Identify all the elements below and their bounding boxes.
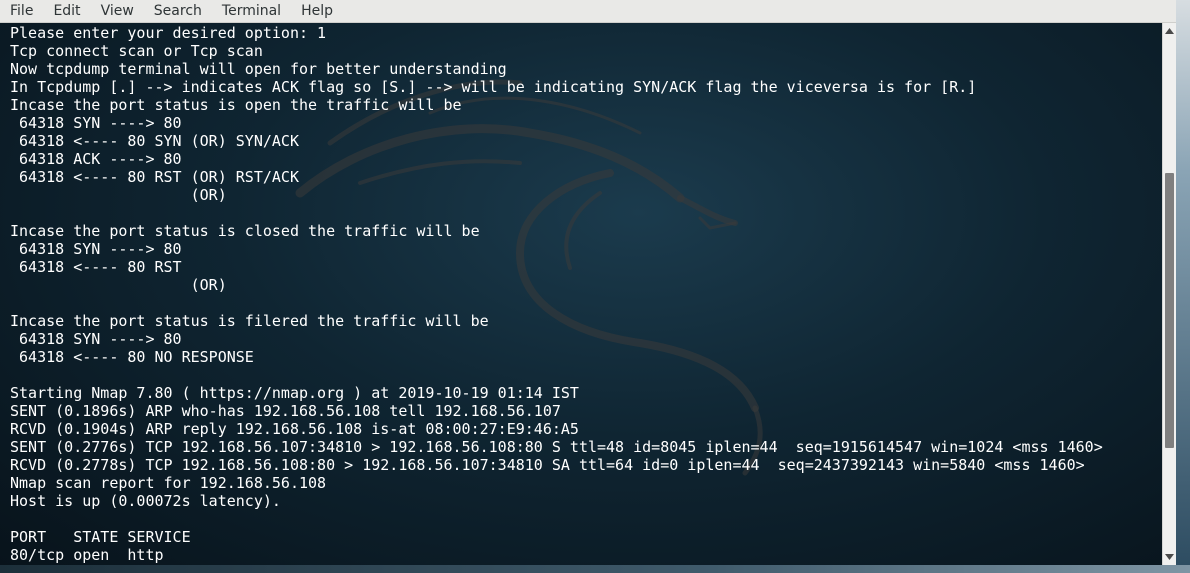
terminal-line: 64318 <---- 80 RST (OR) RST/ACK bbox=[10, 168, 299, 186]
terminal-line: 64318 <---- 80 RST bbox=[10, 258, 182, 276]
terminal-line: 80/tcp open http bbox=[10, 546, 164, 564]
terminal-window: File Edit View Search Terminal Help Plea… bbox=[0, 0, 1190, 573]
terminal-line: Now tcpdump terminal will open for bette… bbox=[10, 60, 507, 78]
terminal-line: SENT (0.1896s) ARP who-has 192.168.56.10… bbox=[10, 402, 561, 420]
terminal-line: Incase the port status is closed the tra… bbox=[10, 222, 480, 240]
terminal-line: In Tcpdump [.] --> indicates ACK flag so… bbox=[10, 78, 977, 96]
menu-terminal[interactable]: Terminal bbox=[212, 0, 291, 23]
menu-bar: File Edit View Search Terminal Help bbox=[0, 0, 1190, 23]
scroll-down-icon[interactable] bbox=[1163, 551, 1176, 563]
terminal-line: (OR) bbox=[10, 186, 227, 204]
terminal-line: 64318 ACK ----> 80 bbox=[10, 150, 182, 168]
terminal-output: Please enter your desired option: 1 Tcp c… bbox=[10, 24, 1103, 564]
terminal-line: RCVD (0.1904s) ARP reply 192.168.56.108 … bbox=[10, 420, 579, 438]
terminal-line: Tcp connect scan or Tcp scan bbox=[10, 42, 263, 60]
terminal-line: Incase the port status is open the traff… bbox=[10, 96, 462, 114]
menu-edit[interactable]: Edit bbox=[43, 0, 90, 23]
terminal-area[interactable]: Please enter your desired option: 1 Tcp c… bbox=[0, 23, 1162, 565]
terminal-line: Host is up (0.00072s latency). bbox=[10, 492, 281, 510]
scroll-up-icon[interactable] bbox=[1163, 25, 1176, 37]
terminal-line: Nmap scan report for 192.168.56.108 bbox=[10, 474, 327, 492]
menu-file[interactable]: File bbox=[8, 0, 43, 23]
vertical-scrollbar[interactable] bbox=[1162, 23, 1176, 565]
menu-help[interactable]: Help bbox=[291, 0, 343, 23]
terminal-line: 64318 <---- 80 NO RESPONSE bbox=[10, 348, 254, 366]
desktop-background-edge bbox=[1176, 0, 1190, 573]
menu-search[interactable]: Search bbox=[144, 0, 212, 23]
terminal-line: 64318 SYN ----> 80 bbox=[10, 330, 182, 348]
terminal-line: 64318 <---- 80 SYN (OR) SYN/ACK bbox=[10, 132, 299, 150]
terminal-line: RCVD (0.2778s) TCP 192.168.56.108:80 > 1… bbox=[10, 456, 1085, 474]
menu-view[interactable]: View bbox=[91, 0, 144, 23]
terminal-line: Starting Nmap 7.80 ( https://nmap.org ) … bbox=[10, 384, 579, 402]
scrollbar-thumb[interactable] bbox=[1165, 173, 1174, 448]
terminal-line: 64318 SYN ----> 80 bbox=[10, 240, 182, 258]
terminal-line: Please enter your desired option: 1 bbox=[10, 24, 327, 42]
terminal-line: SENT (0.2776s) TCP 192.168.56.107:34810 … bbox=[10, 438, 1103, 456]
terminal-line: 64318 SYN ----> 80 bbox=[10, 114, 182, 132]
terminal-line: PORT STATE SERVICE bbox=[10, 528, 191, 546]
terminal-line: Incase the port status is filered the tr… bbox=[10, 312, 489, 330]
terminal-line: (OR) bbox=[10, 276, 227, 294]
desktop-background-bottom bbox=[0, 565, 1190, 573]
